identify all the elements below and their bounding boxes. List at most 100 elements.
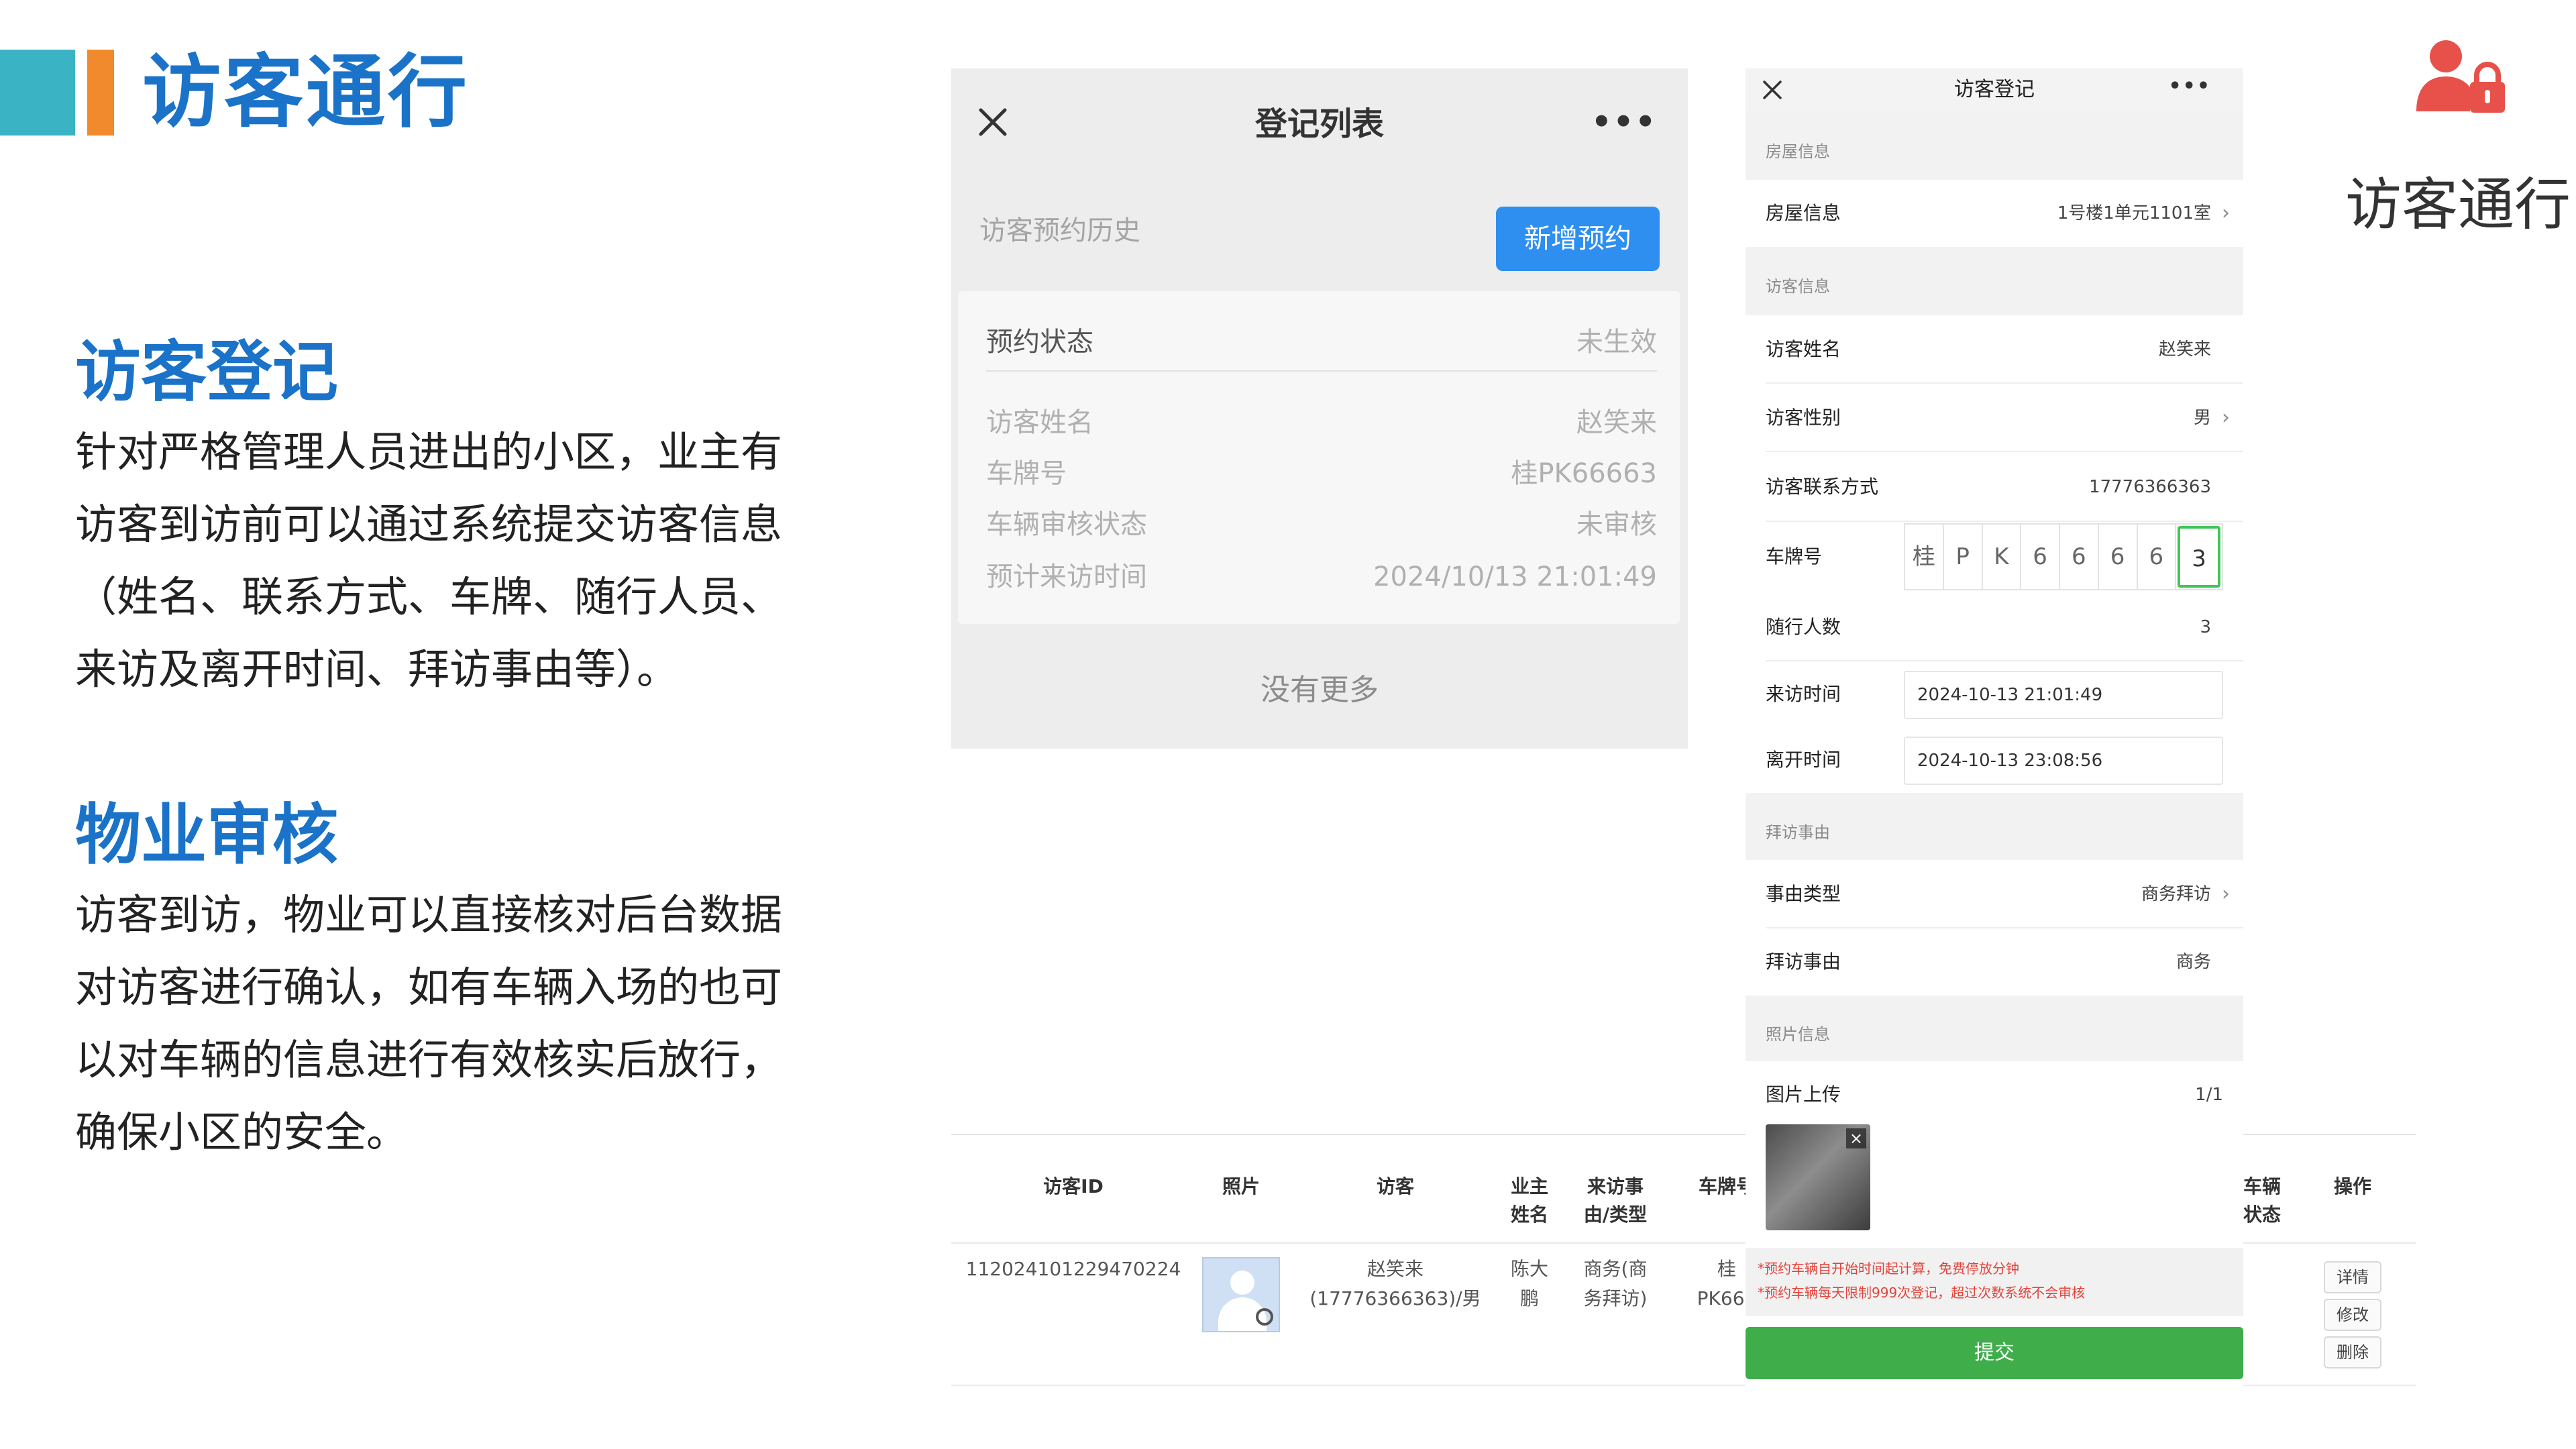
list-screen-title: 登记列表 [1254, 105, 1384, 143]
name-value: 赵笑来 [1576, 407, 1657, 438]
plate-char[interactable]: P [1944, 525, 1983, 589]
uploaded-photo[interactable]: × [1766, 1124, 1870, 1230]
reason-row[interactable]: 拜访事由 商务 [1746, 928, 2243, 996]
more-icon[interactable]: ••• [2168, 71, 2211, 102]
status-label: 预约状态 [986, 327, 1093, 358]
remove-photo-icon[interactable]: × [1846, 1128, 1866, 1148]
delete-button[interactable]: 删除 [2324, 1336, 2381, 1368]
form-header: 访客登记 ••• [1746, 68, 2243, 113]
visitor-phone-row[interactable]: 访客联系方式 17776366363 [1746, 452, 2243, 522]
section-review-line: 对访客进行确认，如有车辆入场的也可 [75, 963, 783, 1012]
page-title: 访客通行 [142, 46, 470, 138]
time-label: 预计来访时间 [986, 561, 1147, 592]
edit-button[interactable]: 修改 [2324, 1299, 2381, 1331]
visitor-name-label: 访客姓名 [1766, 338, 1841, 360]
cell-visitor: 赵笑来 (17776366363)/男 [1301, 1254, 1489, 1313]
section-register-line: 针对严格管理人员进出的小区，业主有 [75, 427, 783, 476]
arrive-time-row: 来访时间 2024-10-13 21:01:49 [1746, 661, 2243, 727]
col-header-owner: 业主 姓名 [1496, 1173, 1563, 1229]
zoom-icon [1256, 1308, 1273, 1326]
visitor-photo-thumbnail[interactable] [1202, 1257, 1280, 1332]
col-header-owner-line: 姓名 [1510, 1203, 1548, 1226]
house-label: 房屋信息 [1766, 202, 1841, 224]
leave-time-input[interactable]: 2024-10-13 23:08:56 [1904, 737, 2223, 785]
plate-char[interactable]: 6 [2060, 525, 2099, 589]
col-header-reason-line: 来访事 [1587, 1175, 1644, 1197]
plate-input[interactable]: 桂 P K 6 6 6 6 3 [1904, 523, 2223, 590]
companions-field[interactable]: 3 [2200, 593, 2211, 661]
reason-type-label: 事由类型 [1766, 883, 1841, 905]
plate-label: 车牌号 [986, 458, 1067, 489]
cell-owner: 陈大 鹏 [1499, 1254, 1560, 1313]
cell-visitor-line: (17776366363)/男 [1309, 1287, 1481, 1309]
header-accent-orange [87, 50, 114, 136]
house-row[interactable]: 房屋信息 1号楼1单元1101室 › [1746, 180, 2243, 247]
arrive-time-input[interactable]: 2024-10-13 21:01:49 [1904, 671, 2223, 719]
col-header-reason-line: 由/类型 [1583, 1203, 1648, 1226]
register-form-screen: 访客登记 ••• 房屋信息 房屋信息 1号楼1单元1101室 › 访客信息 访客… [1746, 68, 2243, 1386]
visitor-name-row[interactable]: 访客姓名 赵笑来 [1746, 315, 2243, 384]
history-label: 访客预约历史 [979, 215, 1140, 246]
detail-button[interactable]: 详情 [2324, 1261, 2381, 1293]
col-header-photo: 照片 [1222, 1175, 1260, 1197]
cell-owner-line: 陈大 [1510, 1258, 1548, 1280]
arrive-time-label: 来访时间 [1766, 683, 1841, 705]
header-accent-teal [0, 50, 75, 136]
visitor-phone-field[interactable]: 17776366363 [2089, 452, 2211, 522]
notes-box: *预约车辆自开始时间起计算，免费停放分钟 *预约车辆每天限制999次登记，超过次… [1746, 1248, 2243, 1316]
review-label: 车辆审核状态 [986, 509, 1147, 540]
plate-char[interactable]: 桂 [1905, 525, 1944, 589]
new-reservation-button[interactable]: 新增预约 [1496, 207, 1660, 271]
visitor-name-field[interactable]: 赵笑来 [2159, 315, 2211, 384]
section-house-header: 房屋信息 [1746, 113, 2243, 180]
visitor-gender-row[interactable]: 访客性别 男 › [1746, 384, 2243, 452]
house-value: 1号楼1单元1101室 [2057, 203, 2211, 223]
section-register-line: （姓名、联系方式、车牌、随行人员、 [75, 572, 783, 621]
reason-type-row[interactable]: 事由类型 商务拜访 › [1746, 860, 2243, 928]
plate-row: 车牌号 桂 P K 6 6 6 6 3 [1746, 522, 2243, 592]
upload-row: 图片上传 1/1 [1746, 1061, 2243, 1128]
reason-type-value: 商务拜访 [2141, 884, 2211, 904]
visitor-gender-value: 男 [2193, 408, 2211, 428]
companions-label: 随行人数 [1766, 616, 1841, 638]
plate-char[interactable]: 6 [2138, 525, 2177, 589]
chevron-right-icon: › [2222, 201, 2230, 225]
plate-char[interactable]: 6 [2099, 525, 2138, 589]
cell-owner-line: 鹏 [1519, 1287, 1539, 1309]
more-icon[interactable]: ••• [1591, 102, 1657, 142]
section-register-line: 访客到访前可以通过系统提交访客信息 [75, 500, 783, 549]
upload-count: 1/1 [2195, 1085, 2223, 1105]
reservation-card[interactable]: 预约状态 未生效 访客姓名 赵笑来 车牌号 桂PK66663 车辆审核状态 未审… [958, 291, 1680, 624]
section-review-line: 确保小区的安全。 [75, 1108, 409, 1157]
note-line: *预约车辆自开始时间起计算，免费停放分钟 [1758, 1260, 2019, 1277]
plate-label: 车牌号 [1766, 545, 1823, 568]
name-label: 访客姓名 [986, 407, 1093, 438]
section-review-title: 物业审核 [75, 797, 339, 873]
col-header-visitor: 访客 [1376, 1175, 1414, 1197]
upload-label: 图片上传 [1766, 1083, 1841, 1106]
section-register-title: 访客登记 [75, 334, 339, 411]
submit-button[interactable]: 提交 [1746, 1327, 2243, 1379]
section-review-body: 访客到访，物业可以直接核对后台数据 对访客进行确认，如有车辆入场的也可 以对车辆… [75, 879, 840, 1169]
visitor-phone-label: 访客联系方式 [1766, 476, 1879, 498]
cell-reason-line: 务拜访) [1583, 1287, 1648, 1309]
companions-row[interactable]: 随行人数 3 [1746, 593, 2243, 661]
time-value: 2024/10/13 21:01:49 [1373, 561, 1657, 592]
user-lock-icon [2416, 40, 2505, 113]
plate-char-active[interactable]: 3 [2178, 526, 2220, 588]
no-more-label: 没有更多 [1260, 673, 1379, 707]
review-value: 未审核 [1576, 509, 1657, 540]
section-photo-header: 照片信息 [1746, 996, 2243, 1061]
section-review-line: 访客到访，物业可以直接核对后台数据 [75, 890, 783, 939]
chevron-right-icon: › [2222, 882, 2230, 906]
section-reason-header: 拜访事由 [1746, 793, 2243, 860]
badge-label: 访客通行 [2345, 172, 2571, 237]
cell-reason-line: 商务(商 [1583, 1258, 1648, 1280]
plate-char[interactable]: 6 [2021, 525, 2060, 589]
col-header-owner-line: 业主 [1510, 1175, 1548, 1197]
plate-char[interactable]: K [1983, 525, 2022, 589]
cell-reason: 商务(商 务拜访) [1574, 1254, 1657, 1313]
reason-field[interactable]: 商务 [2176, 928, 2211, 996]
chevron-right-icon: › [2222, 406, 2230, 429]
section-register-body: 针对严格管理人员进出的小区，业主有 访客到访前可以通过系统提交访客信息 （姓名、… [75, 416, 840, 706]
